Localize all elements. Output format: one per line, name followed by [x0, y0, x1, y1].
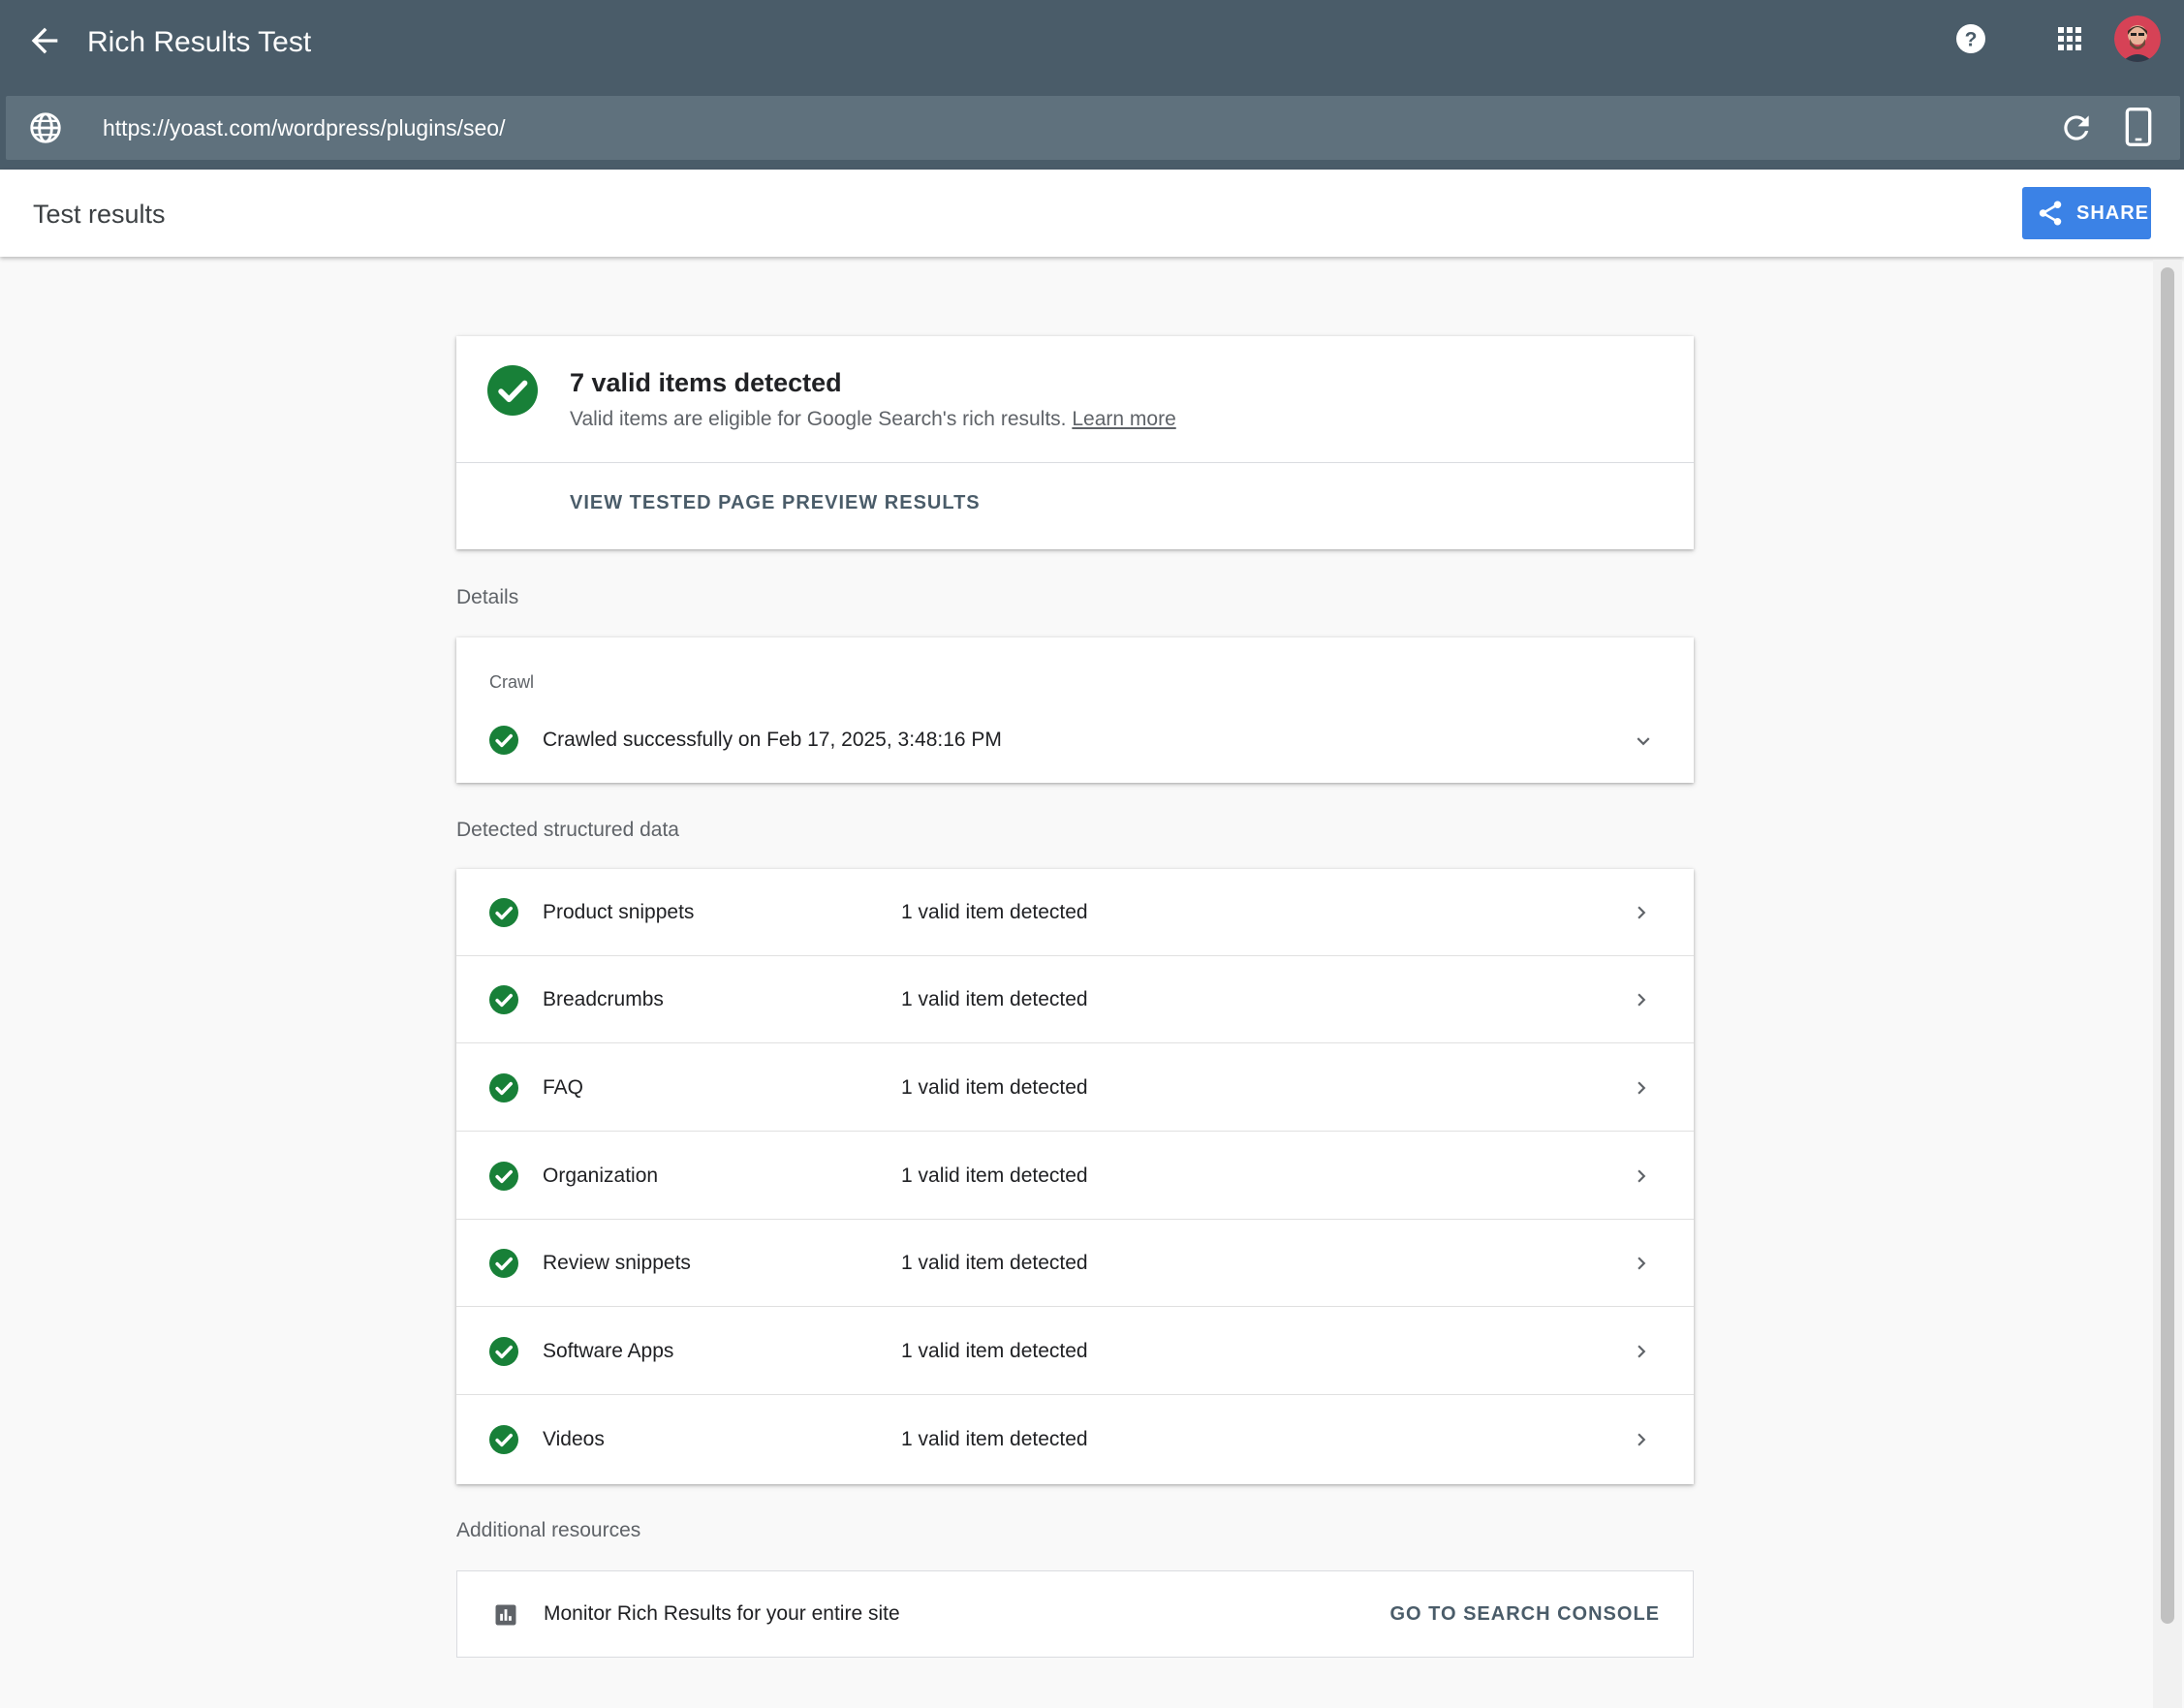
structured-data-list: Product snippets 1 valid item detected B…: [456, 869, 1694, 1484]
list-item[interactable]: FAQ 1 valid item detected: [456, 1044, 1694, 1132]
chevron-right-icon: [1638, 1257, 1646, 1270]
app-bar: Rich Results Test ?: [0, 0, 2184, 94]
chevron-right-icon: [1638, 1433, 1646, 1446]
item-name: Videos: [543, 1428, 605, 1450]
crawl-label: Crawl: [489, 672, 535, 692]
list-item[interactable]: Organization 1 valid item detected: [456, 1133, 1694, 1220]
url-bar: https://yoast.com/wordpress/plugins/seo/: [0, 94, 2184, 170]
summary-card: 7 valid items detected Valid items are e…: [456, 336, 1694, 549]
check-circle-icon: [489, 1162, 518, 1191]
preview-results-button[interactable]: PREVIEW RESULTS: [782, 489, 981, 516]
item-name: Review snippets: [543, 1252, 691, 1274]
svg-text:?: ?: [1965, 29, 1978, 51]
check-circle-icon: [489, 726, 518, 755]
list-item[interactable]: Product snippets 1 valid item detected: [456, 869, 1694, 956]
item-status: 1 valid item detected: [901, 1340, 1088, 1362]
item-name: Organization: [543, 1165, 659, 1187]
summary-subtitle: Valid items are eligible for Google Sear…: [570, 404, 1176, 435]
scrollbar-thumb[interactable]: [2161, 267, 2174, 1624]
item-status: 1 valid item detected: [901, 1252, 1088, 1274]
go-to-search-console-button[interactable]: GO TO SEARCH CONSOLE: [1389, 1600, 1660, 1628]
url-field[interactable]: https://yoast.com/wordpress/plugins/seo/: [6, 96, 2180, 160]
check-circle-icon: [487, 365, 538, 416]
resources-text: Monitor Rich Results for your entire sit…: [544, 1602, 900, 1625]
apps-grid-icon[interactable]: [2052, 21, 2087, 56]
globe-icon: [30, 112, 61, 143]
crawl-status: Crawled successfully on Feb 17, 2025, 3:…: [543, 729, 1002, 751]
list-item[interactable]: Software Apps 1 valid item detected: [456, 1308, 1694, 1395]
view-tested-page-button[interactable]: VIEW TESTED PAGE: [570, 489, 775, 516]
bar-chart-icon: [495, 1604, 516, 1626]
list-item[interactable]: Videos 1 valid item detected: [456, 1396, 1694, 1483]
url-input[interactable]: https://yoast.com/wordpress/plugins/seo/: [103, 111, 505, 144]
check-circle-icon: [489, 1073, 518, 1102]
resources-section-label: Additional resources: [456, 1519, 641, 1541]
smartphone-icon[interactable]: [2122, 108, 2155, 146]
chevron-right-icon: [1638, 1169, 1646, 1183]
check-circle-icon: [489, 1425, 518, 1454]
summary-title: 7 valid items detected: [570, 368, 842, 397]
app-title: Rich Results Test: [87, 26, 312, 58]
help-circle-icon[interactable]: ?: [1953, 21, 1988, 56]
item-name: Product snippets: [543, 901, 695, 923]
share-icon: [2039, 201, 2062, 226]
chevron-right-icon: [1638, 1081, 1646, 1095]
item-status: 1 valid item detected: [901, 1076, 1088, 1099]
divider: [456, 462, 1694, 463]
item-name: Software Apps: [543, 1340, 674, 1362]
details-section-label: Details: [456, 586, 519, 608]
share-label: SHARE: [2076, 202, 2150, 224]
scrollbar[interactable]: [2153, 260, 2182, 1708]
check-circle-icon: [489, 1249, 518, 1278]
resources-card: Monitor Rich Results for your entire sit…: [456, 1570, 1694, 1658]
item-name: FAQ: [543, 1076, 584, 1099]
page-title: Test results: [33, 200, 166, 229]
share-button[interactable]: SHARE: [2022, 187, 2151, 239]
item-status: 1 valid item detected: [901, 988, 1088, 1010]
chevron-down-icon[interactable]: [1631, 729, 1656, 754]
results-header: Test results SHARE: [0, 170, 2184, 257]
summary-subtitle-text: Valid items are eligible for Google Sear…: [570, 408, 1067, 430]
list-item[interactable]: Breadcrumbs 1 valid item detected: [456, 956, 1694, 1043]
chevron-right-icon: [1638, 906, 1646, 919]
arrow-left-icon[interactable]: [25, 21, 64, 60]
item-status: 1 valid item detected: [901, 1165, 1088, 1187]
chevron-right-icon: [1638, 1345, 1646, 1358]
check-circle-icon: [489, 898, 518, 927]
item-name: Breadcrumbs: [543, 988, 664, 1010]
check-circle-icon: [489, 1337, 518, 1366]
list-item[interactable]: Review snippets 1 valid item detected: [456, 1220, 1694, 1307]
reload-icon[interactable]: [2058, 109, 2095, 146]
item-status: 1 valid item detected: [901, 901, 1088, 923]
avatar[interactable]: [2114, 16, 2161, 62]
item-status: 1 valid item detected: [901, 1428, 1088, 1450]
chevron-right-icon: [1638, 993, 1646, 1007]
crawl-card[interactable]: Crawl Crawled successfully on Feb 17, 20…: [456, 637, 1694, 783]
check-circle-icon: [489, 985, 518, 1014]
structured-section-label: Detected structured data: [456, 819, 679, 841]
learn-more-link[interactable]: Learn more: [1072, 408, 1175, 430]
